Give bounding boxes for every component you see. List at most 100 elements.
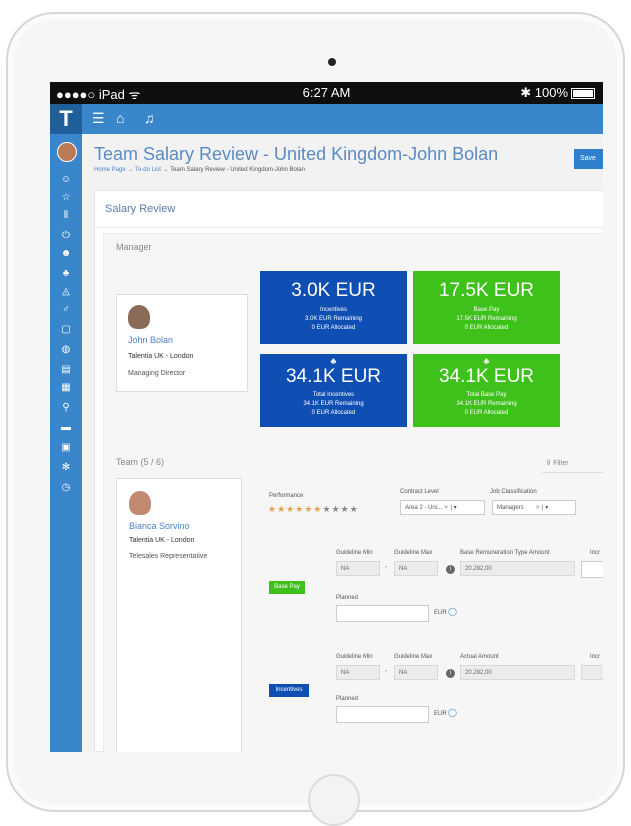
manager-label: Manager xyxy=(116,242,152,252)
inc-currency: EUR xyxy=(434,711,447,717)
tile-remaining: 34.1K EUR Remaining xyxy=(456,401,517,407)
bp-planned-label: Planned xyxy=(336,595,359,601)
person-icon[interactable]: ☺ xyxy=(50,174,82,185)
manager-photo xyxy=(128,305,150,329)
tag-icon[interactable]: ◬ xyxy=(50,286,82,297)
chat-icon[interactable]: ▦ xyxy=(50,382,82,393)
tile-label: Total Incentives xyxy=(312,392,355,398)
window-icon[interactable]: ▢ xyxy=(50,324,82,335)
star-icon[interactable]: ★ xyxy=(295,504,304,514)
inc-extra-label: Incr xyxy=(590,654,601,660)
bp-currency: EUR xyxy=(434,610,447,616)
tile-allocated: 0 EUR Allocated xyxy=(311,410,356,416)
star-icon[interactable]: ★ xyxy=(286,504,295,514)
performance-label: Performance xyxy=(269,493,304,499)
tile-amount: 34.1K EUR xyxy=(285,366,382,387)
star-icon[interactable]: ★ xyxy=(332,504,341,514)
bp-guideline-min-field: NA xyxy=(336,561,380,576)
info-icon[interactable]: i xyxy=(446,565,455,574)
inc-guideline-min-field: NA xyxy=(336,665,380,680)
bp-amount-field: 20.292,00 xyxy=(460,561,575,576)
comment-icon[interactable]: ◯ xyxy=(448,708,457,717)
id-card-icon[interactable]: ▤ xyxy=(50,364,82,375)
job-classification-select[interactable]: Managers ✕ | ▾ xyxy=(492,500,576,515)
screen: ●●●●○ iPad ᯤ 6:27 AM ✱ 100% T ☰ ⌂ ♫ ☺ ☆ … xyxy=(50,82,603,752)
bluetooth-icon: ✱ xyxy=(520,85,532,100)
clock-icon[interactable]: ◷ xyxy=(50,482,82,493)
org-icon[interactable]: ♣ xyxy=(50,268,82,279)
star-icon[interactable]: ★ xyxy=(322,504,331,514)
contract-level-select[interactable]: Area 2 - Uni... ✕ | ▾ xyxy=(400,500,485,515)
comment-icon[interactable]: ◯ xyxy=(448,607,457,616)
avatar[interactable] xyxy=(57,142,77,162)
team-icon[interactable]: ☻ xyxy=(50,248,82,259)
chart-icon[interactable]: ▬ xyxy=(50,422,82,433)
incentives-badge: Incentives xyxy=(269,684,309,697)
tile-amount: 17.5K EUR xyxy=(438,280,535,301)
clear-icon[interactable]: ✕ xyxy=(535,505,540,511)
total-incentives-tile[interactable]: ♣ 34.1K EUR Total Incentives 34.1K EUR R… xyxy=(260,354,407,427)
search-icon[interactable]: ⚲ xyxy=(50,402,82,413)
breadcrumb-current: Team Salary Review - United Kingdom-John… xyxy=(170,167,305,173)
money-icon[interactable]: ◍ xyxy=(50,344,82,355)
breadcrumb: Home Page → To-do List → Team Salary Rev… xyxy=(94,167,305,173)
power-icon[interactable]: ⏻ xyxy=(50,230,82,241)
base-pay-tile[interactable]: 17.5K EUR Base Pay 17.5K EUR Remaining 0… xyxy=(413,271,560,344)
sliders-icon[interactable]: ⫴ xyxy=(50,210,82,221)
save-button[interactable]: Save xyxy=(574,149,603,169)
bp-guideline-max-label: Guideline Max xyxy=(394,550,433,556)
manager-name[interactable]: John Bolan xyxy=(128,335,173,345)
bp-extra-field[interactable] xyxy=(581,561,603,578)
team-label: Team (5 / 6) xyxy=(116,457,165,467)
star-icon[interactable]: ★ xyxy=(350,504,359,514)
bp-extra-label: Incr xyxy=(590,550,601,556)
document-icon[interactable]: ▣ xyxy=(50,442,82,453)
filter-button[interactable]: ⊽ Filter xyxy=(546,459,569,467)
star-icon[interactable]: ☆ xyxy=(50,192,82,203)
bp-planned-input[interactable] xyxy=(336,605,429,622)
org-chart-icon: ♣ xyxy=(330,356,337,366)
user-add-icon[interactable]: ♂ xyxy=(50,304,82,315)
clear-icon[interactable]: ✕ xyxy=(444,505,449,511)
range-dash: - xyxy=(385,668,388,675)
breadcrumb-todo[interactable]: To-do List xyxy=(135,167,161,173)
chevron-down-icon[interactable]: ▾ xyxy=(454,505,457,511)
app-logo[interactable]: T xyxy=(50,104,82,134)
contract-level-value: Area 2 - Uni... xyxy=(405,505,443,511)
inc-planned-input[interactable] xyxy=(336,706,429,723)
tile-remaining: 3.0K EUR Remaining xyxy=(304,316,363,322)
top-nav: T ☰ ⌂ ♫ xyxy=(50,104,603,134)
tile-remaining: 17.5K EUR Remaining xyxy=(456,316,517,322)
battery-icon xyxy=(571,88,595,100)
tile-label: Total Base Pay xyxy=(466,392,507,398)
performance-rating[interactable]: ★★★★★★★★★★ xyxy=(268,504,359,515)
salary-review-panel: Salary Review Manager John Bolan Talenti… xyxy=(94,190,603,752)
chevron-down-icon[interactable]: ▾ xyxy=(545,505,548,511)
inc-amount-field: 20.292,00 xyxy=(460,665,575,680)
filter-underline xyxy=(542,472,603,473)
divider xyxy=(95,227,603,228)
employee-name[interactable]: Bianca Sorvino xyxy=(129,521,190,531)
settings-icon[interactable]: ✻ xyxy=(50,462,82,473)
tile-amount: 34.1K EUR xyxy=(438,366,535,387)
manager-card[interactable]: John Bolan Talentia UK - London Managing… xyxy=(116,294,248,392)
star-icon[interactable]: ★ xyxy=(268,504,277,514)
employee-card[interactable]: Bianca Sorvino Talentia UK - London Tele… xyxy=(116,478,242,752)
total-base-pay-tile[interactable]: ♣ 34.1K EUR Total Base Pay 34.1K EUR Rem… xyxy=(413,354,560,427)
menu-icon[interactable]: ☰ xyxy=(92,110,105,127)
home-button[interactable] xyxy=(308,774,360,826)
incentives-tile[interactable]: 3.0K EUR Incentives 3.0K EUR Remaining 0… xyxy=(260,271,407,344)
inc-amount-label: Actual Amount xyxy=(460,654,499,660)
bp-guideline-min-label: Guideline Min xyxy=(336,550,373,556)
breadcrumb-home[interactable]: Home Page xyxy=(94,167,126,173)
star-icon[interactable]: ★ xyxy=(277,504,286,514)
filter-label: Filter xyxy=(553,460,569,467)
battery-percent: 100% xyxy=(534,85,568,100)
employee-org: Talentia UK - London xyxy=(129,537,195,544)
bell-icon[interactable]: ♫ xyxy=(144,110,155,126)
home-icon[interactable]: ⌂ xyxy=(116,110,124,126)
star-icon[interactable]: ★ xyxy=(341,504,350,514)
info-icon[interactable]: i xyxy=(446,669,455,678)
manager-org: Talentia UK - London xyxy=(128,353,194,360)
inc-guideline-min-label: Guideline Min xyxy=(336,654,373,660)
